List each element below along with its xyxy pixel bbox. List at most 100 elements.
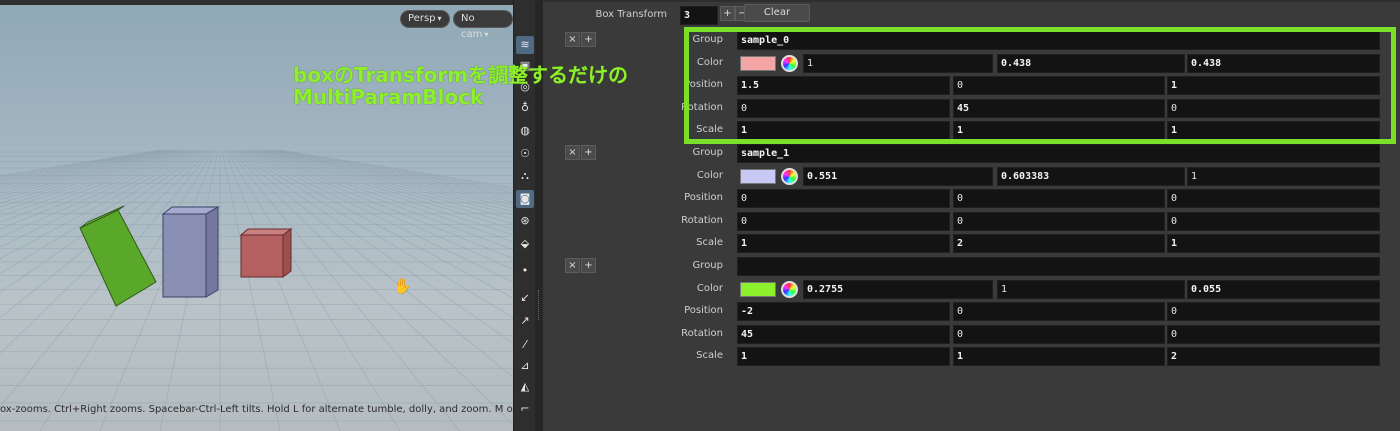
position-z-field[interactable]: 1: [1167, 76, 1380, 96]
insert-instance-button[interactable]: +: [581, 32, 596, 47]
grid-line: [0, 149, 175, 187]
color-wheel-icon[interactable]: [781, 54, 798, 72]
scale-x-field[interactable]: 1: [737, 347, 950, 367]
color-r-field[interactable]: 0.551: [803, 166, 993, 186]
group-label: Group: [692, 147, 723, 158]
position-x-field[interactable]: 1.5: [737, 76, 950, 96]
color-r-field[interactable]: 1: [803, 53, 993, 73]
remove-instance-button[interactable]: ×: [565, 145, 580, 160]
color-label: Color: [696, 169, 723, 181]
rotation-label: Rotation: [681, 214, 723, 226]
color-g-field[interactable]: 1: [997, 279, 1185, 299]
scale-x-field[interactable]: 1: [737, 121, 950, 141]
grid-line: [253, 149, 513, 225]
parameter-panel: Box Transform 3 + − Clear × + Group sample_…: [543, 0, 1400, 431]
remove-instance-button[interactable]: ×: [565, 32, 580, 47]
color-r-field[interactable]: 0.2755: [803, 279, 993, 299]
grid-line: [231, 149, 513, 378]
color-wheel-icon[interactable]: [781, 167, 798, 185]
geo-icon[interactable]: ⛬: [516, 167, 534, 185]
rotation-z-field[interactable]: 0: [1167, 98, 1380, 118]
position-y-field[interactable]: 0: [953, 302, 1165, 322]
grid-line: [257, 149, 513, 216]
group-field[interactable]: [737, 257, 1380, 276]
position-label: Position: [684, 192, 723, 204]
red-box-side: [282, 228, 292, 278]
box-transform-count-field[interactable]: 3: [680, 6, 718, 25]
rotation-x-field[interactable]: 45: [737, 324, 950, 344]
camera-menu-button[interactable]: No cam ▾: [453, 10, 513, 40]
scale-label: Scale: [696, 350, 723, 362]
shelf-icon[interactable]: ◭: [516, 378, 534, 396]
camera-icon[interactable]: ◙: [516, 190, 534, 208]
bulb-icon[interactable]: ☉: [516, 145, 534, 163]
position-x-field[interactable]: -2: [737, 302, 950, 322]
render-icon[interactable]: ⬙: [516, 235, 534, 253]
snap-icon[interactable]: ↙: [516, 289, 534, 307]
position-y-field[interactable]: 0: [953, 189, 1165, 209]
color-g-field[interactable]: 0.603383: [997, 166, 1185, 186]
clear-button[interactable]: Clear: [744, 4, 810, 22]
grid-line: [259, 149, 513, 212]
grid-line: [239, 149, 513, 283]
position-y-field[interactable]: 0: [953, 76, 1165, 96]
pin-icon[interactable]: ↗: [516, 312, 534, 330]
color-b-field[interactable]: 0.055: [1187, 279, 1380, 299]
add-instance-button[interactable]: +: [720, 6, 735, 21]
scale-y-field[interactable]: 2: [953, 234, 1165, 254]
insert-instance-button[interactable]: +: [581, 145, 596, 160]
sphere-icon[interactable]: ◍: [516, 122, 534, 140]
color-swatch[interactable]: [740, 281, 776, 297]
scale-label: Scale: [696, 237, 723, 249]
corner-icon[interactable]: ⌐: [516, 400, 534, 418]
scale-x-field[interactable]: 1: [737, 234, 950, 254]
color-label: Color: [696, 56, 723, 68]
rotation-x-field[interactable]: 0: [737, 211, 950, 231]
rotation-y-field[interactable]: 45: [953, 98, 1165, 118]
dot-icon[interactable]: •: [516, 262, 534, 280]
grid-line: [223, 149, 341, 431]
position-z-field[interactable]: 0: [1167, 189, 1380, 209]
rotation-z-field[interactable]: 0: [1167, 211, 1380, 231]
blue-box-side: [205, 206, 219, 298]
group-field[interactable]: sample_0: [737, 31, 1380, 50]
measure-icon[interactable]: ⊿: [516, 357, 534, 375]
rotation-y-field[interactable]: 0: [953, 324, 1165, 344]
insert-instance-button[interactable]: +: [581, 258, 596, 273]
eye-icon[interactable]: ⊛: [516, 212, 534, 230]
rotation-z-field[interactable]: 0: [1167, 324, 1380, 344]
grid-line: [235, 149, 513, 319]
select-icon[interactable]: ≋: [516, 36, 534, 54]
position-z-field[interactable]: 0: [1167, 302, 1380, 322]
group-field[interactable]: sample_1: [737, 144, 1380, 163]
color-swatch[interactable]: [740, 168, 776, 184]
color-label: Color: [696, 282, 723, 294]
position-x-field[interactable]: 0: [737, 189, 950, 209]
rotation-x-field[interactable]: 0: [737, 98, 950, 118]
scale-z-field[interactable]: 1: [1167, 234, 1380, 254]
grid-line: [225, 149, 401, 431]
red-box-front: [240, 234, 284, 278]
color-b-field[interactable]: 0.438: [1187, 53, 1380, 73]
color-b-field[interactable]: 1: [1187, 166, 1380, 186]
color-g-field[interactable]: 0.438: [997, 53, 1185, 73]
scale-y-field[interactable]: 1: [953, 121, 1165, 141]
remove-instance-button[interactable]: ×: [565, 258, 580, 273]
panel-top-border: [543, 0, 1400, 2]
chevron-down-icon: ▾: [437, 14, 442, 23]
grid-icon[interactable]: ⁄: [516, 336, 534, 354]
persp-menu-button[interactable]: Persp ▾: [400, 10, 450, 28]
annotation-overlay: boxのTransformを調整するだけの MultiParamBlock: [293, 64, 628, 108]
rotation-label: Rotation: [681, 327, 723, 339]
grid-line: [245, 149, 513, 250]
grid-line: [0, 149, 171, 184]
color-wheel-icon[interactable]: [781, 280, 798, 298]
color-swatch[interactable]: [740, 55, 776, 71]
scale-z-field[interactable]: 1: [1167, 121, 1380, 141]
divider-grip[interactable]: [538, 290, 540, 320]
rotation-y-field[interactable]: 0: [953, 211, 1165, 231]
scale-z-field[interactable]: 2: [1167, 347, 1380, 367]
scale-y-field[interactable]: 1: [953, 347, 1165, 367]
grid-line: [229, 149, 513, 425]
grid-line: [227, 149, 461, 431]
